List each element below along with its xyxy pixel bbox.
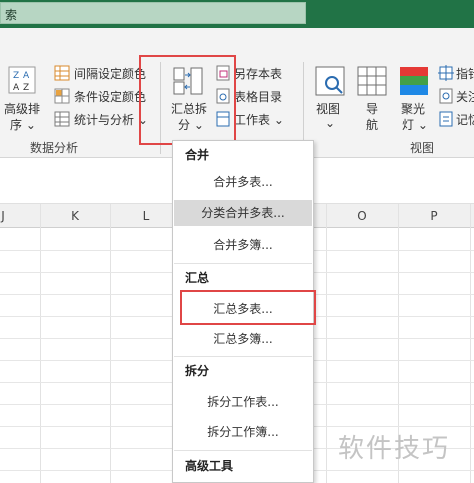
search-text: 索	[5, 8, 18, 22]
table-directory-label: 表格目录	[234, 90, 283, 104]
highlight-summary-split	[139, 55, 236, 145]
view-label: 视图	[316, 102, 341, 116]
menu-section-split: 拆分	[185, 364, 210, 378]
navigation-label-2: 航	[366, 118, 379, 132]
navigation-grid-icon	[357, 66, 387, 96]
view-button[interactable]: 视图 ⌄	[312, 62, 348, 132]
menu-divider	[174, 450, 312, 451]
table-icon	[54, 111, 70, 127]
advanced-sort-label-2: 序 ⌄	[10, 118, 36, 132]
view-group-label: 视图	[410, 141, 435, 155]
interval-color-button[interactable]: 间隔设定颜色	[54, 64, 150, 82]
menu-section-merge: 合并	[185, 148, 210, 162]
navigation-button[interactable]: 导 航	[354, 62, 390, 132]
stats-analysis-button[interactable]: 统计与分析 ⌄	[54, 110, 150, 128]
svg-text:A: A	[23, 71, 30, 81]
menu-divider	[174, 356, 312, 357]
menu-item-merge-workbooks[interactable]: 合并多簿...	[174, 232, 312, 258]
gridline-vertical	[470, 204, 471, 483]
svg-text:Z: Z	[23, 83, 29, 93]
column-header-o[interactable]: O	[326, 204, 398, 228]
highlight-summary-sheets	[180, 290, 316, 325]
spotlight-icon	[400, 67, 428, 95]
interval-color-label: 间隔设定颜色	[74, 67, 147, 81]
grid-color-icon	[54, 65, 70, 81]
menu-section-advanced: 高级工具	[185, 459, 234, 473]
ribbon: Z A A Z 高级排 序 ⌄ 间隔设定颜色 条件设定颜色 统计与分析 ⌄ 数据…	[0, 28, 474, 158]
svg-text:A: A	[13, 83, 20, 93]
gridline-vertical	[326, 204, 327, 483]
focus-button[interactable]: 关注	[438, 87, 474, 105]
memory-button[interactable]: 记忆	[438, 110, 474, 128]
menu-section-summary: 汇总	[185, 271, 210, 285]
focus-icon	[439, 88, 453, 104]
pointer-icon	[438, 65, 454, 81]
stats-analysis-label: 统计与分析 ⌄	[74, 113, 148, 127]
pointer-label: 指针	[456, 67, 474, 81]
sort-az-icon: Z A A Z	[8, 66, 36, 94]
conditional-color-label: 条件设定颜色	[74, 90, 147, 104]
memory-icon	[439, 111, 453, 127]
gridline-vertical	[40, 204, 41, 483]
menu-item-summary-workbooks[interactable]: 汇总多簿...	[174, 326, 312, 352]
spotlight-label-1: 聚光	[401, 102, 426, 116]
gridline-vertical	[110, 204, 111, 483]
spotlight-button[interactable]: 聚光 灯 ⌄	[396, 62, 432, 132]
view-arrow: ⌄	[325, 116, 336, 130]
grid-color-icon	[54, 88, 70, 104]
menu-divider	[174, 263, 312, 264]
focus-label: 关注	[456, 90, 474, 104]
spotlight-label-2: 灯 ⌄	[402, 118, 428, 132]
worksheet-label: 工作表 ⌄	[234, 113, 284, 127]
pointer-button[interactable]: 指针	[438, 64, 474, 82]
menu-item-split-sheet[interactable]: 拆分工作表...	[174, 389, 312, 415]
search-box[interactable]: 索	[0, 2, 306, 24]
save-sheet-label: 另存本表	[234, 67, 283, 81]
menu-item-category-merge[interactable]: 分类合并多表...	[174, 200, 312, 226]
view-icon	[315, 66, 345, 96]
column-header-k[interactable]: K	[40, 204, 110, 228]
data-analysis-group-label: 数据分析	[30, 141, 79, 155]
column-header-j[interactable]: J	[0, 204, 6, 228]
conditional-color-button[interactable]: 条件设定颜色	[54, 87, 150, 105]
memory-label: 记忆	[456, 113, 474, 127]
advanced-sort-button[interactable]: Z A A Z 高级排 序 ⌄	[0, 62, 44, 132]
svg-text:Z: Z	[13, 71, 19, 81]
column-header-p[interactable]: P	[398, 204, 470, 228]
menu-item-merge-sheets[interactable]: 合并多表...	[174, 169, 312, 195]
watermark-text: 软件技巧	[338, 434, 451, 464]
menu-item-split-workbook[interactable]: 拆分工作簿...	[174, 419, 312, 445]
advanced-sort-label-1: 高级排	[4, 102, 41, 116]
navigation-label-1: 导	[366, 102, 379, 116]
